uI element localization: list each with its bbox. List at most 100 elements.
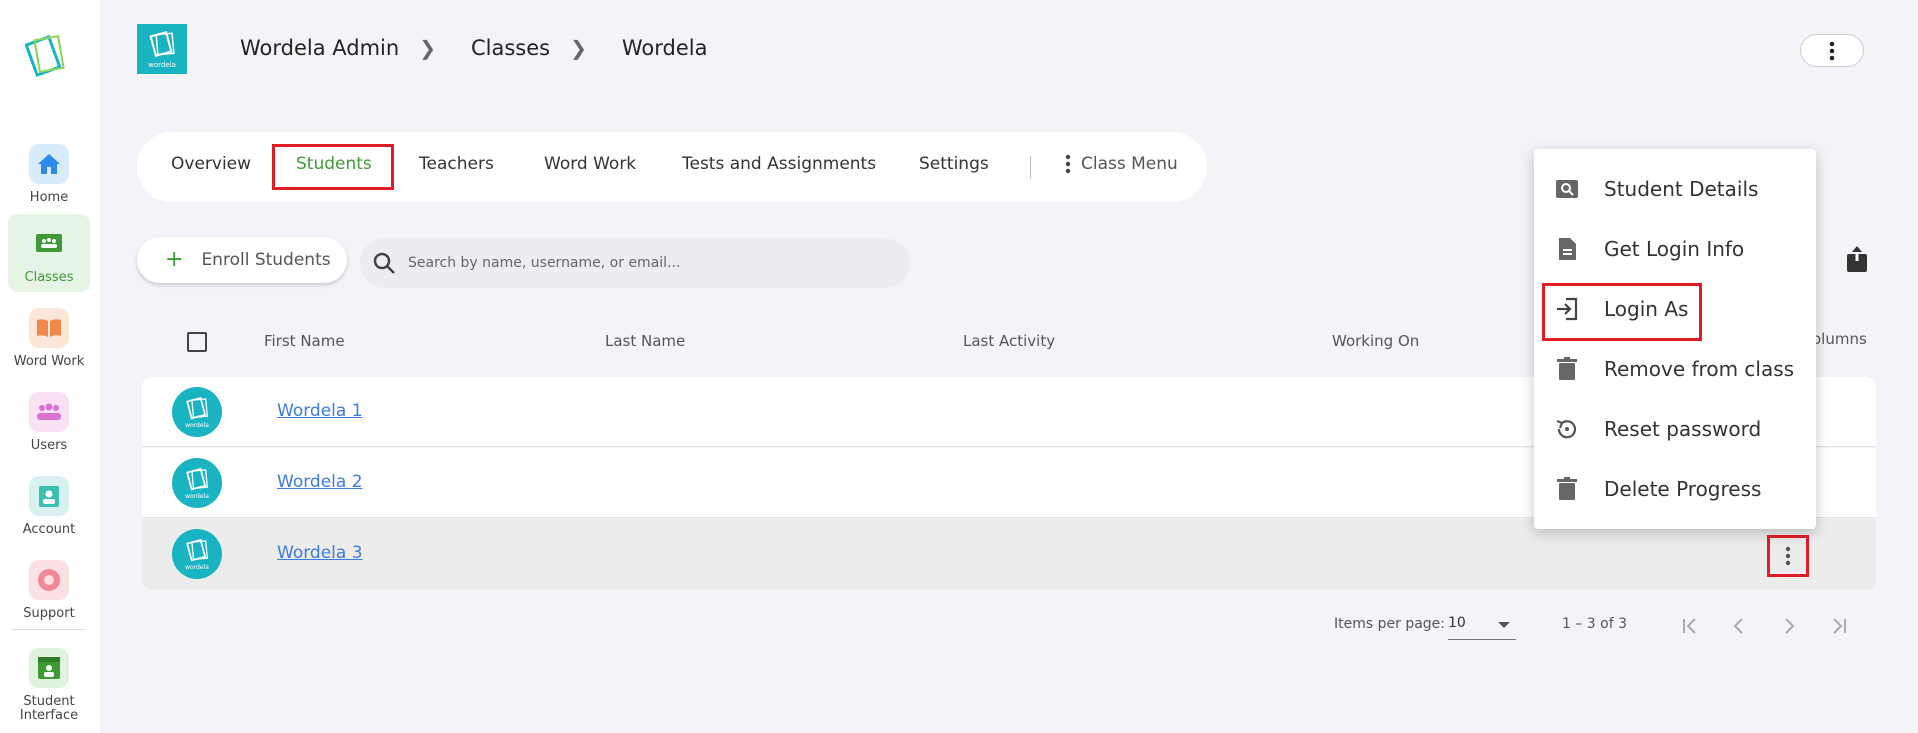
search-doc-icon	[1556, 180, 1578, 198]
student-name-link[interactable]: Wordela 3	[277, 543, 363, 563]
search-icon	[373, 252, 395, 274]
sidebar-divider	[12, 629, 86, 630]
page-range: 1 – 3 of 3	[1562, 616, 1628, 632]
select-all-checkbox[interactable]	[187, 332, 207, 352]
sidebar-item-label: Account	[22, 522, 76, 537]
column-header-first-name[interactable]: First Name	[264, 332, 345, 350]
tab-settings[interactable]: Settings	[919, 154, 989, 174]
items-per-page-label: Items per page:	[1334, 616, 1446, 632]
menu-item-label: Remove from class	[1604, 357, 1795, 381]
items-per-page-select[interactable]: 10	[1448, 612, 1516, 640]
menu-item-label: Reset password	[1604, 417, 1762, 441]
account-icon	[29, 476, 69, 516]
sidebar-item-label: Student Interface	[19, 694, 79, 723]
menu-item-login-as[interactable]: Login As	[1534, 279, 1816, 339]
class-menu-label: Class Menu	[1081, 154, 1178, 174]
search-input[interactable]	[408, 255, 888, 271]
sidebar-item-support[interactable]: Support	[8, 550, 90, 628]
more-vertical-icon	[1785, 546, 1791, 566]
sidebar-item-label: Home	[29, 190, 69, 205]
enroll-students-button[interactable]: + Enroll Students	[137, 237, 347, 283]
home-icon	[29, 144, 69, 184]
avatar-text: wordela	[185, 563, 209, 571]
more-vertical-icon	[1829, 41, 1835, 60]
avatar-text: wordela	[185, 492, 209, 500]
sidebar: Home Classes Word Work Users Account Sup…	[0, 0, 100, 733]
columns-menu-label[interactable]: olumns	[1812, 330, 1867, 348]
sidebar-item-label: Users	[30, 438, 68, 453]
menu-item-remove-from-class[interactable]: Remove from class	[1534, 339, 1816, 399]
enroll-students-label: Enroll Students	[201, 250, 331, 270]
search-box	[360, 238, 910, 288]
first-page-icon	[1683, 618, 1696, 634]
trash-icon	[1557, 357, 1577, 380]
menu-item-student-details[interactable]: Student Details	[1534, 159, 1816, 219]
sidebar-item-account[interactable]: Account	[8, 466, 90, 544]
menu-item-get-login-info[interactable]: Get Login Info	[1534, 219, 1816, 279]
previous-page-button[interactable]	[1717, 604, 1761, 648]
last-page-icon	[1833, 618, 1846, 634]
menu-item-label: Student Details	[1604, 177, 1759, 201]
chevron-right-icon	[1785, 618, 1795, 634]
breadcrumb-item-current: Wordela	[621, 36, 708, 60]
trash-icon	[1557, 477, 1577, 500]
menu-item-label: Get Login Info	[1604, 237, 1745, 261]
next-page-button[interactable]	[1767, 604, 1811, 648]
tab-students[interactable]: Students	[296, 154, 372, 174]
breadcrumb-item-classes[interactable]: Classes	[471, 36, 550, 60]
sidebar-item-label: Classes	[24, 270, 74, 285]
sidebar-item-label: Word Work	[13, 354, 85, 369]
sidebar-item-classes[interactable]: Classes	[8, 214, 90, 292]
tab-teachers[interactable]: Teachers	[419, 154, 494, 174]
tab-overview[interactable]: Overview	[171, 154, 251, 174]
more-vertical-icon	[1065, 154, 1071, 174]
export-button[interactable]	[1844, 244, 1870, 274]
tab-word-work[interactable]: Word Work	[544, 154, 636, 174]
last-page-button[interactable]	[1817, 604, 1861, 648]
row-actions-button[interactable]	[1767, 535, 1809, 577]
first-page-button[interactable]	[1668, 604, 1712, 648]
chevron-left-icon	[1733, 618, 1743, 634]
items-per-page-value: 10	[1448, 615, 1466, 631]
menu-item-reset-password[interactable]: Reset password	[1534, 399, 1816, 459]
classes-icon	[29, 224, 69, 264]
caret-down-icon	[1498, 622, 1510, 628]
users-icon	[29, 392, 69, 432]
sidebar-item-users[interactable]: Users	[8, 382, 90, 460]
app-logo[interactable]	[24, 30, 69, 82]
brand-logo: wordela	[137, 24, 187, 74]
class-tabs: Overview Students Teachers Word Work Tes…	[137, 132, 1207, 202]
menu-item-label: Delete Progress	[1604, 477, 1762, 501]
menu-item-delete-progress[interactable]: Delete Progress	[1534, 459, 1816, 519]
student-name-link[interactable]: Wordela 1	[277, 401, 363, 421]
login-icon	[1557, 297, 1578, 321]
document-icon	[1559, 238, 1576, 260]
column-header-last-activity[interactable]: Last Activity	[963, 332, 1055, 350]
header-more-button[interactable]	[1800, 34, 1864, 67]
breadcrumb-item-admin[interactable]: Wordela Admin	[240, 36, 399, 60]
avatar: wordela	[172, 529, 222, 579]
column-header-last-name[interactable]: Last Name	[605, 332, 685, 350]
sidebar-item-home[interactable]: Home	[8, 134, 90, 212]
chevron-right-icon: ❯	[419, 36, 436, 60]
class-menu-button[interactable]: Class Menu	[1065, 154, 1178, 174]
student-interface-icon	[29, 648, 69, 688]
brand-text: wordela	[148, 60, 176, 69]
share-icon	[1847, 246, 1867, 272]
menu-item-label: Login As	[1604, 297, 1689, 321]
support-icon	[29, 560, 69, 600]
avatar: wordela	[172, 458, 222, 508]
table-row: wordela Wordela 3	[142, 519, 1876, 590]
tab-tests-and-assignments[interactable]: Tests and Assignments	[682, 154, 876, 174]
chevron-right-icon: ❯	[570, 36, 587, 60]
avatar-text: wordela	[185, 421, 209, 429]
column-header-working-on[interactable]: Working On	[1332, 332, 1419, 350]
sidebar-item-label: Support	[23, 606, 75, 621]
sidebar-item-student-interface[interactable]: Student Interface	[8, 638, 90, 730]
book-icon	[29, 308, 69, 348]
sidebar-item-word-work[interactable]: Word Work	[8, 298, 90, 376]
breadcrumb: Wordela Admin ❯ Classes ❯ Wordela	[240, 36, 707, 60]
tab-divider	[1030, 156, 1031, 178]
avatar: wordela	[172, 387, 222, 437]
student-name-link[interactable]: Wordela 2	[277, 472, 363, 492]
